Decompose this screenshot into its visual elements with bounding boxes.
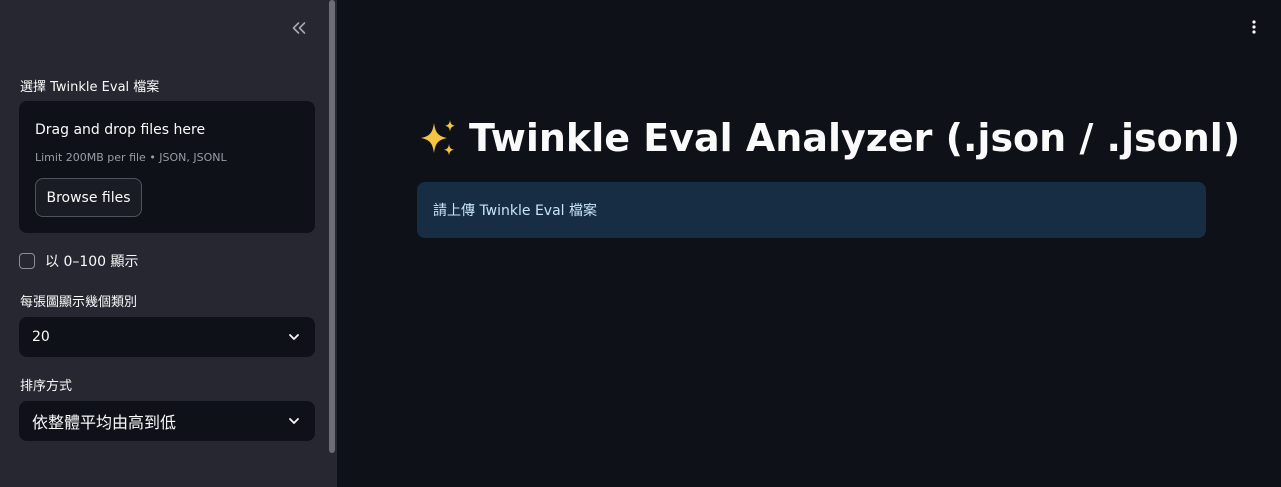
info-alert: 請上傳 Twinkle Eval 檔案	[417, 182, 1206, 238]
sort-order-select[interactable]: 依整體平均由高到低	[19, 401, 315, 441]
categories-count-select[interactable]: 20	[19, 317, 315, 357]
page-title: Twinkle Eval Analyzer (.json / .jsonl)	[417, 113, 1240, 163]
scale-checkbox[interactable]	[19, 253, 35, 269]
page-title-text: Twinkle Eval Analyzer (.json / .jsonl)	[469, 116, 1241, 160]
browse-files-button[interactable]: Browse files	[35, 178, 142, 217]
main-menu-button[interactable]	[1244, 17, 1264, 37]
scale-checkbox-row[interactable]: 以 0–100 顯示	[19, 251, 139, 271]
categories-count-label: 每張圖顯示幾個類別	[20, 295, 138, 310]
dropzone-title: Drag and drop files here	[35, 122, 206, 138]
collapse-sidebar-button[interactable]	[286, 16, 312, 40]
file-dropzone[interactable]: Drag and drop files here Limit 200MB per…	[19, 101, 315, 233]
categories-count-value: 20	[32, 329, 50, 345]
scale-checkbox-label[interactable]: 以 0–100 顯示	[45, 251, 139, 271]
sort-order-label: 排序方式	[20, 379, 73, 394]
dropzone-hint: Limit 200MB per file • JSON, JSONL	[35, 151, 227, 164]
sidebar-scrollbar[interactable]	[329, 0, 335, 453]
file-uploader-label: 選擇 Twinkle Eval 檔案	[20, 80, 160, 95]
kebab-menu-icon	[1252, 20, 1256, 34]
sort-order-value: 依整體平均由高到低	[32, 413, 177, 432]
chevron-down-icon	[289, 418, 299, 424]
app: 選擇 Twinkle Eval 檔案 Drag and drop files h…	[0, 0, 1281, 487]
sparkles-icon	[421, 120, 455, 156]
info-alert-text: 請上傳 Twinkle Eval 檔案	[433, 203, 598, 219]
collapse-sidebar-icon	[292, 22, 306, 34]
chevron-down-icon	[289, 334, 299, 340]
sidebar: 選擇 Twinkle Eval 檔案 Drag and drop files h…	[0, 0, 337, 487]
